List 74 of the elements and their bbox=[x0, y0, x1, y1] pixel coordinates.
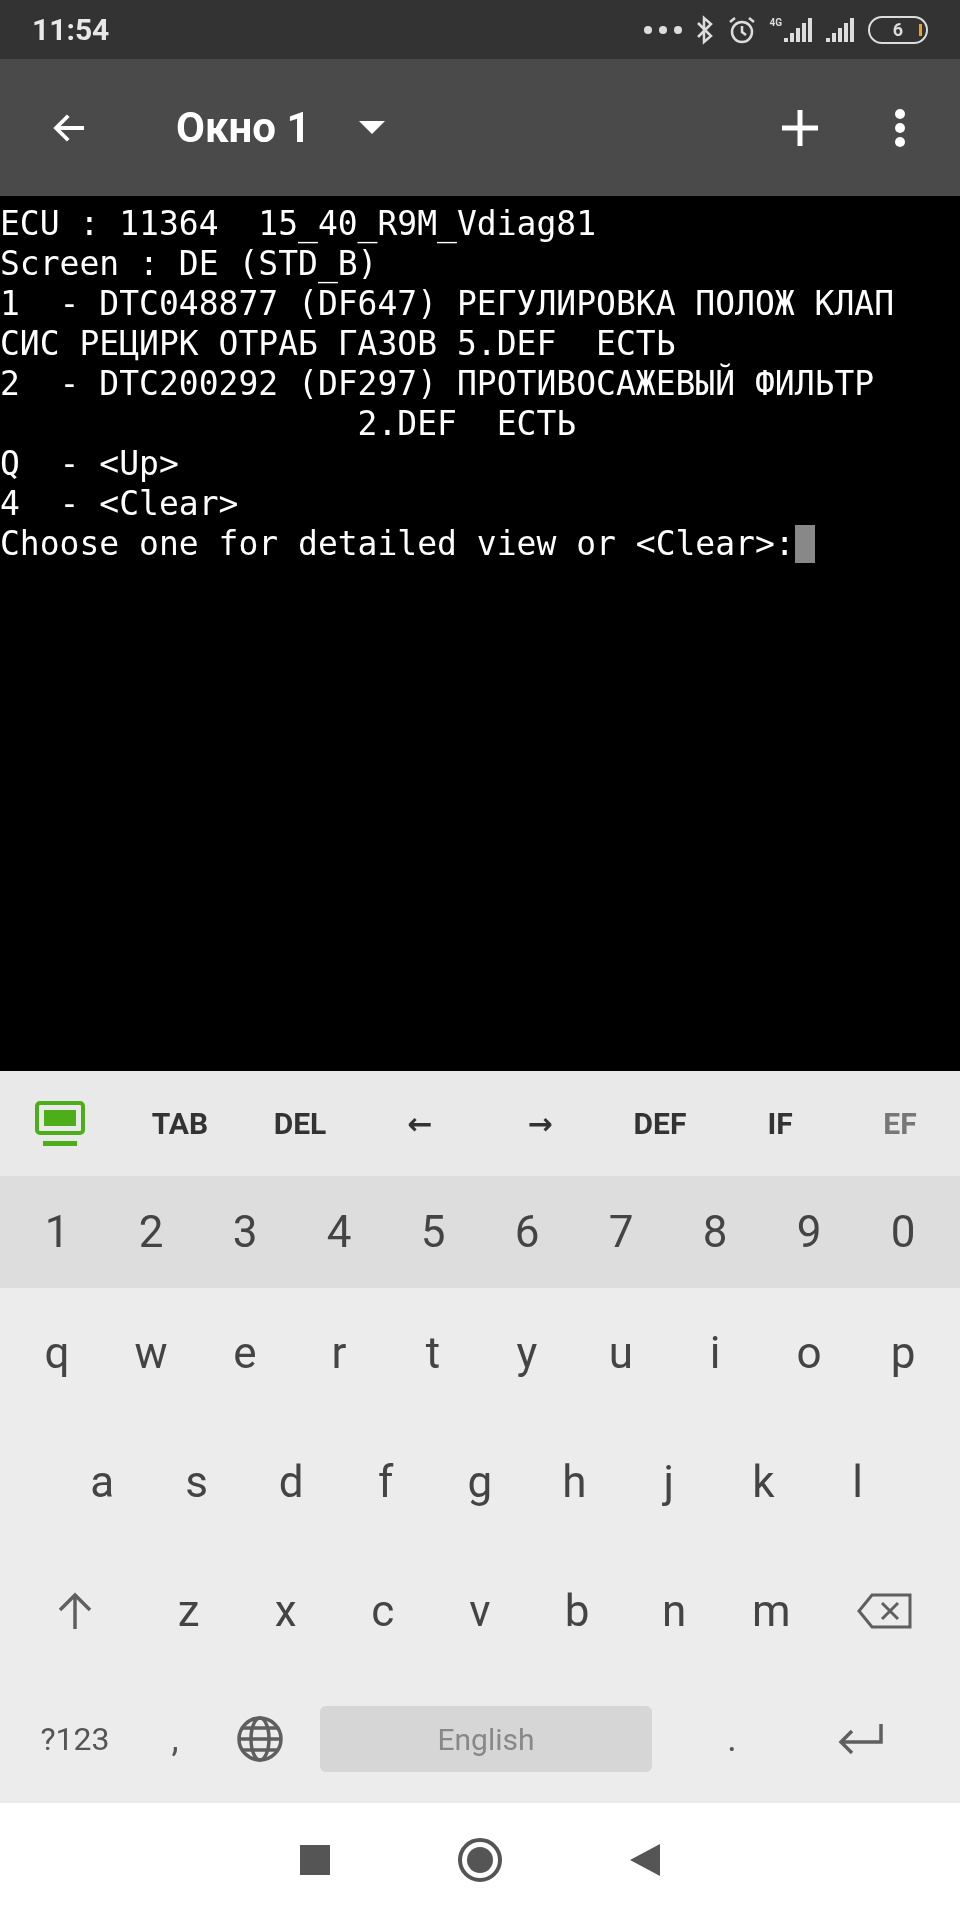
terminal-line: Q - <Up> bbox=[0, 444, 179, 484]
enter-icon bbox=[836, 1722, 886, 1756]
extra-key[interactable]: DEL bbox=[240, 1071, 360, 1176]
key[interactable]: s bbox=[149, 1417, 244, 1546]
extra-key[interactable]: ← bbox=[360, 1071, 480, 1176]
more-vertical-icon bbox=[894, 107, 906, 148]
key[interactable]: n bbox=[625, 1546, 723, 1675]
key[interactable]: 4 bbox=[292, 1176, 386, 1288]
signal-icon bbox=[826, 17, 856, 42]
key[interactable]: i bbox=[668, 1288, 762, 1417]
key[interactable]: w bbox=[104, 1288, 198, 1417]
dropdown-caret-icon bbox=[358, 120, 385, 135]
key[interactable]: u bbox=[574, 1288, 668, 1417]
extra-key[interactable]: IF bbox=[720, 1071, 840, 1176]
key[interactable]: o bbox=[762, 1288, 856, 1417]
status-time: 11:54 bbox=[32, 11, 110, 49]
text-cursor bbox=[794, 525, 815, 563]
key[interactable]: r bbox=[292, 1288, 386, 1417]
key[interactable]: a bbox=[55, 1417, 150, 1546]
terminal-line: 4 - <Clear> bbox=[0, 484, 239, 524]
key[interactable]: 2 bbox=[104, 1176, 198, 1288]
key[interactable]: h bbox=[527, 1417, 622, 1546]
terminal-line: СИС РЕЦИРК ОТРАБ ГАЗОВ 5.DEF ЕСТЬ bbox=[0, 324, 676, 363]
back-nav-button[interactable] bbox=[630, 1844, 660, 1876]
key[interactable]: 5 bbox=[386, 1176, 480, 1288]
key[interactable]: j bbox=[621, 1417, 717, 1546]
key[interactable]: d bbox=[243, 1417, 339, 1546]
key[interactable]: 6 bbox=[480, 1176, 574, 1288]
key[interactable]: y bbox=[480, 1288, 574, 1417]
key[interactable]: z bbox=[140, 1546, 238, 1675]
signal-icon bbox=[784, 17, 814, 42]
extra-key[interactable]: → bbox=[480, 1071, 600, 1176]
key[interactable]: t bbox=[386, 1288, 480, 1417]
key[interactable]: g bbox=[432, 1417, 528, 1546]
more-dots-icon bbox=[643, 24, 684, 35]
backspace-icon bbox=[856, 1591, 914, 1630]
key[interactable]: v bbox=[431, 1546, 529, 1675]
key[interactable]: b bbox=[528, 1546, 626, 1675]
terminal-line: 2.DEF ЕСТЬ bbox=[356, 404, 577, 444]
terminal-line: 1 - DTC048877 (DF647) РЕГУЛИРОВКА ПОЛОЖ КЛАП bbox=[0, 284, 895, 324]
terminal-line: Choose one for detailed view or <Clear>: bbox=[0, 524, 795, 564]
globe-icon bbox=[235, 1714, 285, 1764]
comma-key[interactable]: , bbox=[140, 1675, 210, 1803]
battery-indicator: 6 bbox=[868, 15, 928, 44]
triangle-back-icon bbox=[630, 1844, 660, 1876]
key[interactable]: 7 bbox=[574, 1176, 668, 1288]
key[interactable]: k bbox=[716, 1417, 811, 1546]
network-type: 4G bbox=[769, 17, 782, 28]
window-selector[interactable]: Окно 1 bbox=[176, 96, 385, 159]
terminal-line: 2 - DTC200292 (DF297) ПРОТИВОСАЖЕВЫЙ ФИЛЬТР bbox=[0, 364, 875, 404]
extra-key[interactable]: DEF bbox=[600, 1071, 720, 1176]
monitor-icon bbox=[35, 1100, 85, 1147]
key[interactable]: 9 bbox=[762, 1176, 856, 1288]
terminal-line: ECU : 11364 15_40_R9M_Vdiag81 bbox=[0, 204, 597, 244]
key[interactable]: q bbox=[10, 1288, 104, 1417]
plus-icon bbox=[780, 107, 820, 148]
key[interactable]: c bbox=[334, 1546, 432, 1675]
terminal-screen[interactable] bbox=[0, 196, 960, 1071]
symbols-key[interactable]: ?123 bbox=[10, 1675, 140, 1803]
key[interactable]: 8 bbox=[668, 1176, 762, 1288]
key[interactable]: m bbox=[722, 1546, 820, 1675]
period-key[interactable]: . bbox=[692, 1675, 772, 1803]
key[interactable]: p bbox=[856, 1288, 950, 1417]
home-button[interactable] bbox=[458, 1838, 502, 1882]
key[interactable]: f bbox=[338, 1417, 433, 1546]
extra-key[interactable]: EF bbox=[840, 1071, 960, 1176]
terminal-line: Screen : DE (STD_B) bbox=[0, 244, 378, 284]
extra-key[interactable]: TAB bbox=[120, 1071, 240, 1176]
key[interactable]: l bbox=[810, 1417, 905, 1546]
key[interactable]: x bbox=[237, 1546, 335, 1675]
key[interactable]: 0 bbox=[856, 1176, 950, 1288]
key[interactable]: 3 bbox=[198, 1176, 292, 1288]
key[interactable]: e bbox=[198, 1288, 292, 1417]
key[interactable]: 1 bbox=[10, 1176, 104, 1288]
